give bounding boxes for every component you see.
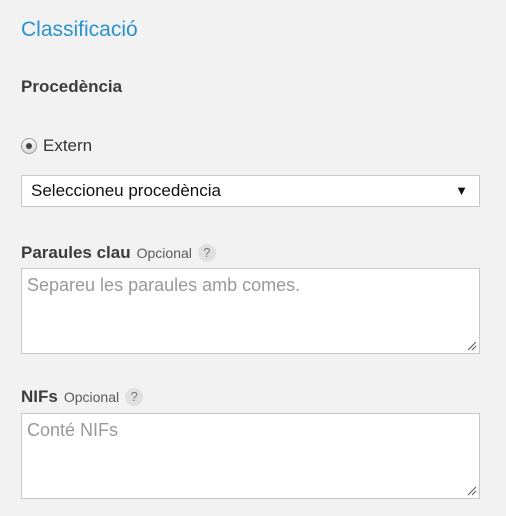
radio-extern[interactable]: Extern (21, 134, 92, 158)
paraules-clau-placeholder: Separeu les paraules amb comes. (27, 275, 301, 295)
radio-selected-icon[interactable] (21, 138, 37, 154)
classification-panel: Classificació Procedència Extern Selecci… (0, 0, 506, 516)
radio-extern-label[interactable]: Extern (43, 136, 92, 156)
procedencia-label: Procedència (21, 77, 123, 96)
resize-grip-icon[interactable] (465, 339, 477, 351)
question-mark-icon[interactable]: ? (197, 244, 216, 262)
nifs-label: NIFs (21, 387, 58, 406)
nifs-label-row: NIFs Opcional? (21, 386, 144, 408)
paraules-clau-textarea[interactable]: Separeu les paraules amb comes. (21, 268, 480, 354)
nifs-placeholder: Conté NIFs (27, 420, 119, 440)
nifs-optional: Opcional (63, 389, 120, 405)
nifs-textarea[interactable]: Conté NIFs (21, 413, 480, 499)
paraules-clau-label: Paraules clau (21, 243, 131, 262)
section-title: Classificació (21, 18, 138, 41)
paraules-clau-label-row: Paraules clau Opcional? (21, 242, 216, 264)
paraules-clau-optional: Opcional (136, 245, 192, 261)
triangle-down-icon[interactable]: ▼ (455, 176, 468, 206)
procedencia-select[interactable]: Seleccioneu procedència ▼ (21, 175, 480, 207)
resize-grip-icon[interactable] (465, 484, 477, 496)
question-mark-icon[interactable]: ? (125, 388, 144, 406)
procedencia-select-value: Seleccioneu procedència (31, 181, 221, 200)
